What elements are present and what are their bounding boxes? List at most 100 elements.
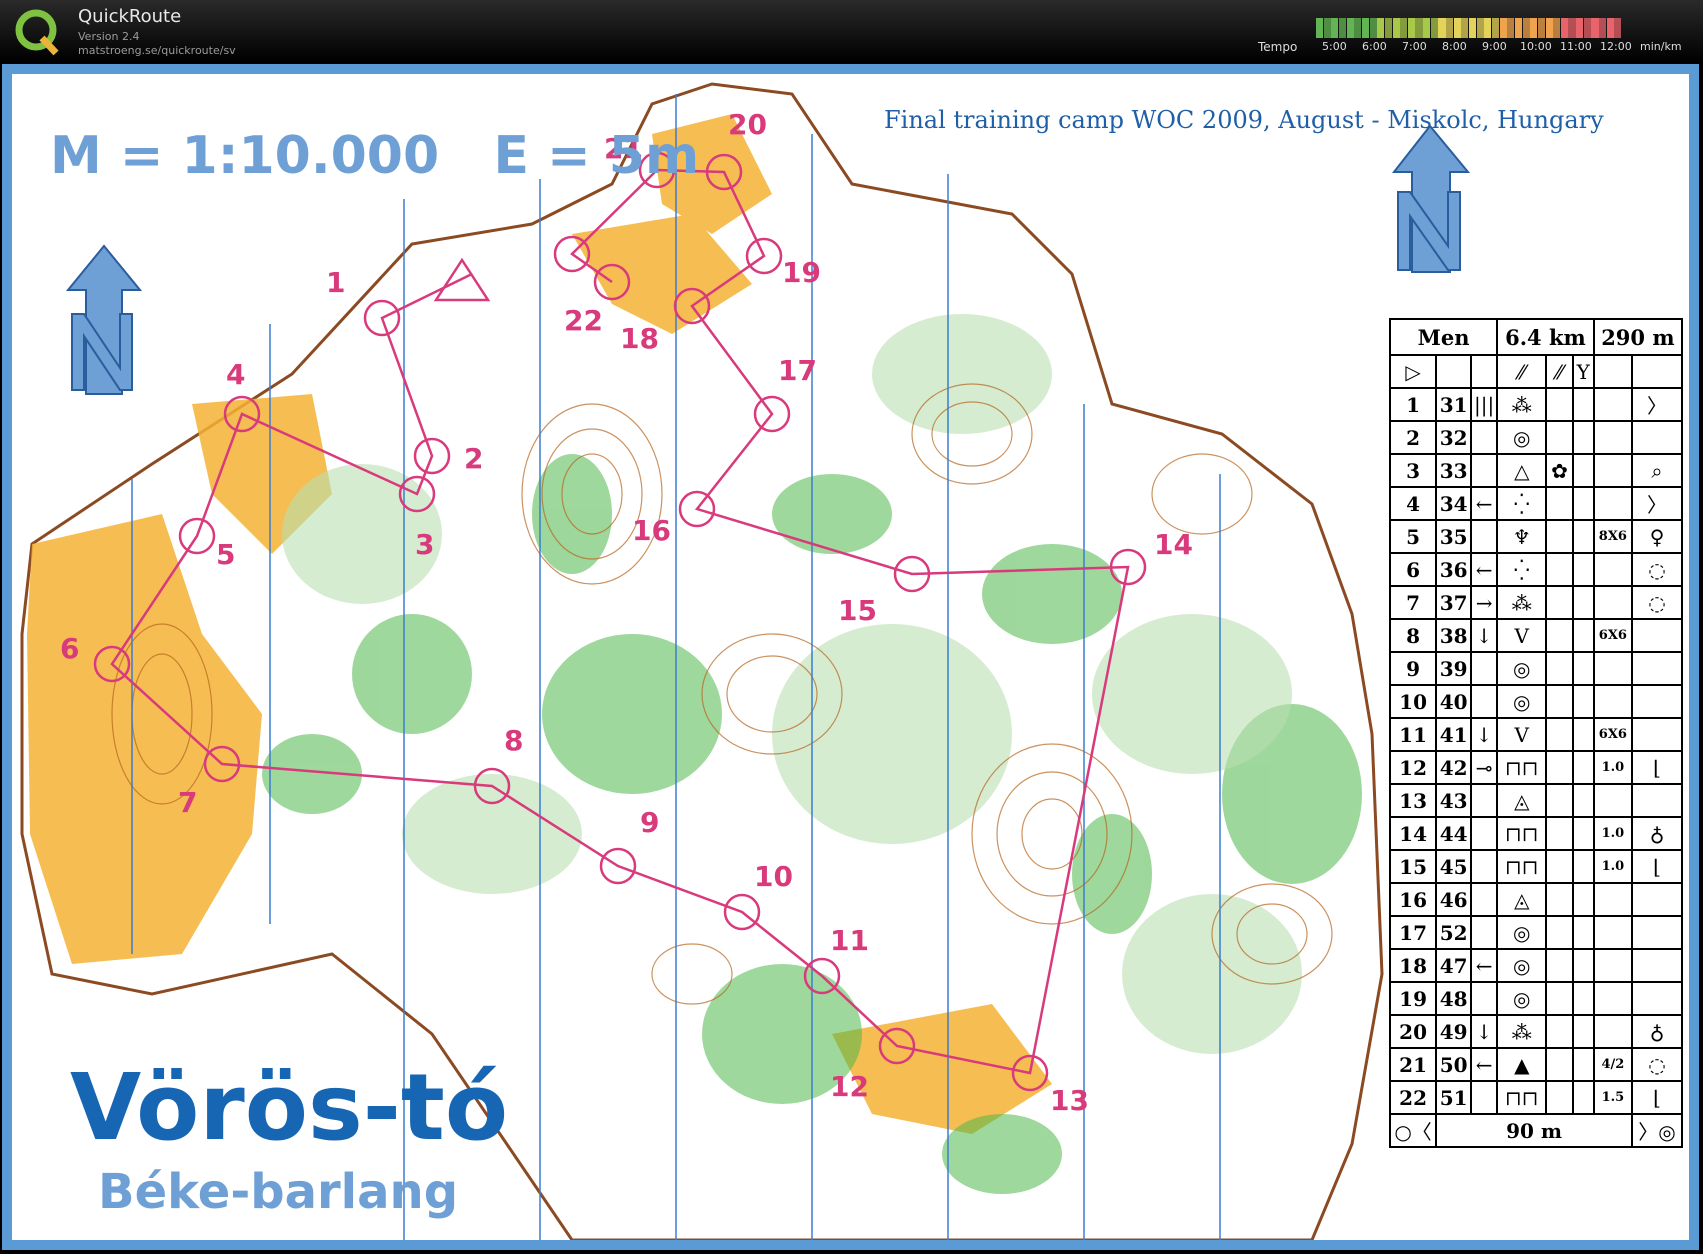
start-symbol-icon: ▷: [1388, 354, 1438, 389]
control-sequence: 15: [1388, 849, 1438, 884]
control-sequence: 10: [1388, 684, 1438, 719]
feature-detail-icon: [1545, 618, 1574, 653]
feature-detail-icon: [1545, 519, 1574, 554]
feature-detail-icon: [1545, 552, 1574, 587]
control-code: 51: [1435, 1080, 1473, 1115]
dimension: 8X6: [1592, 519, 1634, 554]
appearance-cell: [1571, 981, 1595, 1016]
tempo-scale-segment: [1537, 18, 1545, 38]
dimension: 6X6: [1592, 618, 1634, 653]
appearance-cell: [1571, 948, 1595, 983]
which-feature-icon: ←: [1470, 1047, 1499, 1082]
which-feature-icon: ⊸: [1470, 750, 1499, 785]
which-feature-icon: [1470, 684, 1499, 719]
which-feature-icon: ↓: [1470, 1014, 1499, 1049]
north-arrow-icon: [1391, 124, 1471, 273]
path-crossing-icon: ⁄⁄: [1545, 354, 1574, 389]
tempo-scale-segment: [1614, 18, 1622, 38]
control-sequence: 2: [1388, 420, 1438, 455]
tempo-scale-segment: [1522, 18, 1530, 38]
tempo-scale-segment: [1507, 18, 1515, 38]
control-code: 49: [1435, 1014, 1473, 1049]
dimension: [1592, 948, 1634, 983]
feature-icon: ♆: [1496, 519, 1548, 554]
control-sequence: 1: [1388, 387, 1438, 422]
finish-funnel-icon: ○〈: [1388, 1113, 1438, 1148]
which-feature-icon: ↓: [1470, 717, 1499, 752]
control-number: 1: [326, 266, 345, 299]
tempo-scale-segment: [1331, 18, 1339, 38]
feature-icon: ◎: [1496, 684, 1548, 719]
description-row: 7 37 → ⁂ ◌: [1388, 585, 1683, 620]
tempo-scale-segment: [1430, 18, 1438, 38]
orienteering-map[interactable]: 1 2 3 4 5 6 7 8 9 10 11 12 13 14 15 16 1…: [12, 74, 1689, 1240]
description-row: 17 52 ◎: [1388, 915, 1683, 950]
path-crossing-icon: ⁄⁄: [1496, 354, 1548, 389]
tempo-scale-segment: [1316, 18, 1324, 38]
tempo-scale-segment: [1476, 18, 1484, 38]
control-sequence: 8: [1388, 618, 1438, 653]
which-feature-icon: ←: [1470, 948, 1499, 983]
tempo-scale-segment: [1499, 18, 1507, 38]
feature-icon: ⁛: [1496, 552, 1548, 587]
area-name: Vörös-tó: [70, 1054, 509, 1161]
control-number: 6: [60, 632, 79, 665]
control-sequence: 11: [1388, 717, 1438, 752]
dimension: [1592, 387, 1634, 422]
description-row: 22 51 ⊓⊓ 1.5 ⌊: [1388, 1080, 1683, 1115]
location-icon: [1631, 717, 1683, 752]
dimension: [1592, 552, 1634, 587]
feature-icon: ▲: [1496, 1047, 1548, 1082]
feature-icon: ◎: [1496, 981, 1548, 1016]
control-number: 4: [226, 358, 245, 391]
tempo-scale-segment: [1568, 18, 1576, 38]
feature-detail-icon: ✿: [1545, 453, 1574, 488]
tempo-scale-segment: [1583, 18, 1591, 38]
control-code: 40: [1435, 684, 1473, 719]
control-sequence: 16: [1388, 882, 1438, 917]
control-sequence: 6: [1388, 552, 1438, 587]
appearance-cell: [1571, 684, 1595, 719]
tempo-scale-segment: [1415, 18, 1423, 38]
location-icon: [1631, 783, 1683, 818]
control-number: 19: [782, 256, 821, 289]
control-code: 52: [1435, 915, 1473, 950]
feature-detail-icon: [1545, 1014, 1574, 1049]
control-number: 8: [504, 724, 523, 757]
control-sequence: 22: [1388, 1080, 1438, 1115]
tempo-color-scale: [1316, 18, 1622, 38]
control-number: 17: [778, 354, 817, 387]
dimension: 1.0: [1592, 849, 1634, 884]
dimension: [1592, 486, 1634, 521]
finish-row: ○〈 90 m 〉◎: [1388, 1113, 1683, 1148]
description-row: 9 39 ◎: [1388, 651, 1683, 686]
control-number: 11: [830, 924, 869, 957]
tempo-scale-segment: [1514, 18, 1523, 38]
which-feature-icon: →: [1470, 585, 1499, 620]
control-code: 32: [1435, 420, 1473, 455]
location-icon: [1631, 420, 1683, 455]
course-class: Men: [1388, 318, 1499, 356]
appearance-cell: [1571, 552, 1595, 587]
tempo-scale-segment: [1423, 18, 1431, 38]
location-icon: ♁: [1631, 816, 1683, 851]
location-icon: ⌕: [1631, 453, 1683, 488]
control-number: 22: [564, 304, 603, 337]
feature-icon: ⊓⊓: [1496, 1080, 1548, 1115]
description-row: 10 40 ◎: [1388, 684, 1683, 719]
control-sequence: 18: [1388, 948, 1438, 983]
appearance-cell: [1571, 1047, 1595, 1082]
feature-detail-icon: [1545, 486, 1574, 521]
control-code: 36: [1435, 552, 1473, 587]
app-url[interactable]: matstroeng.se/quickroute/sv: [78, 44, 236, 57]
appearance-cell: [1571, 1080, 1595, 1115]
description-row: 14 44 ⊓⊓ 1.0 ♁: [1388, 816, 1683, 851]
feature-detail-icon: [1545, 684, 1574, 719]
description-row: 18 47 ← ◎: [1388, 948, 1683, 983]
dimension: [1592, 420, 1634, 455]
location-icon: ⌊: [1631, 750, 1683, 785]
control-code: 50: [1435, 1047, 1473, 1082]
control-sequence: 5: [1388, 519, 1438, 554]
feature-detail-icon: [1545, 651, 1574, 686]
dimension: 1.5: [1592, 1080, 1634, 1115]
